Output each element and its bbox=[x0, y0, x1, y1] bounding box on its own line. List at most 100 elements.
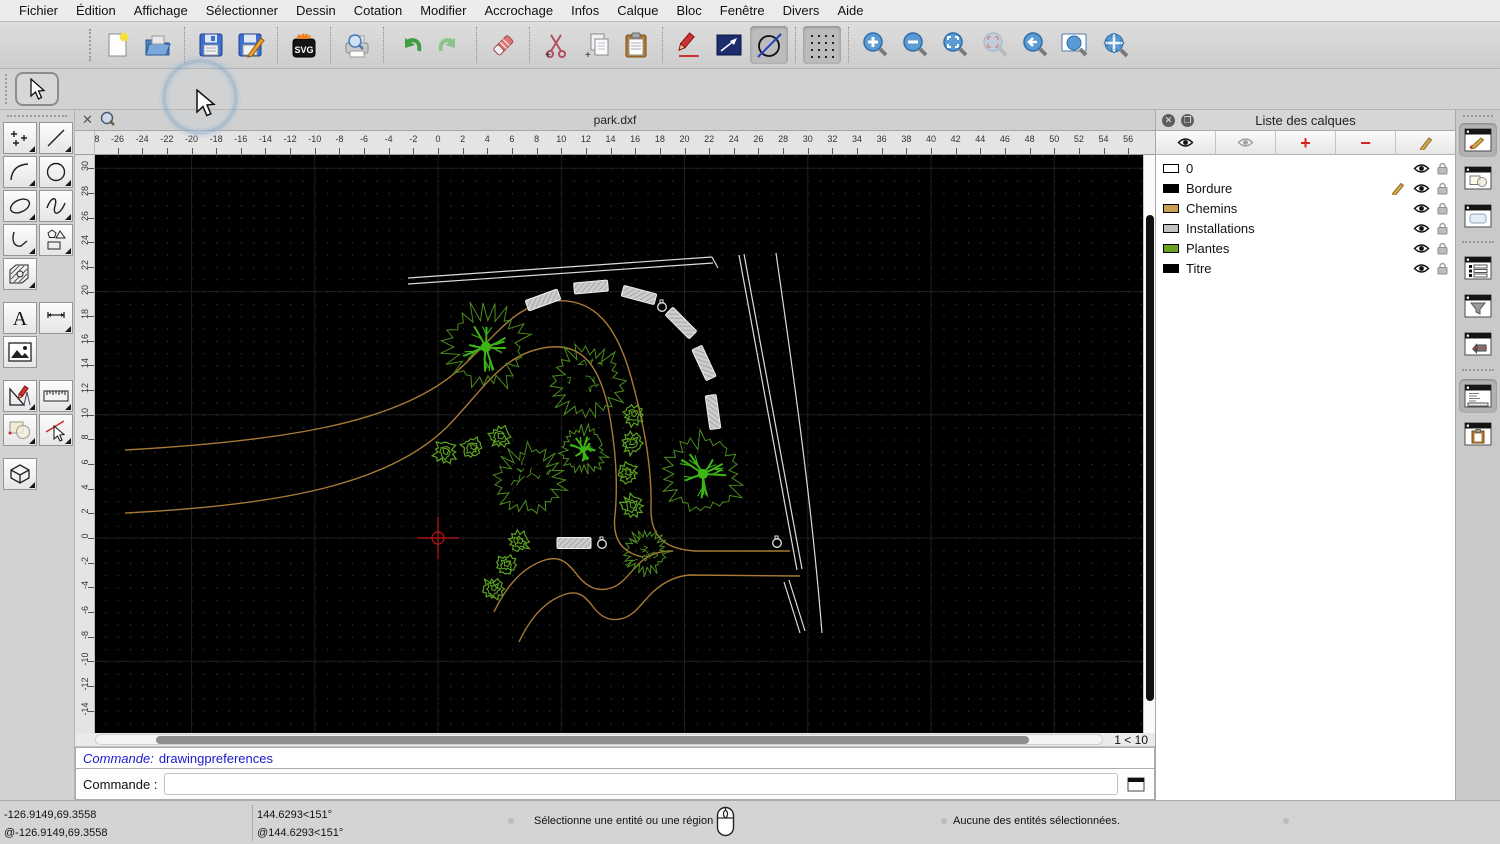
command-input[interactable] bbox=[164, 773, 1118, 795]
dock-block-list-button[interactable] bbox=[1459, 161, 1497, 195]
layer-visible-icon[interactable] bbox=[1413, 163, 1430, 174]
zoom-window-button[interactable] bbox=[1056, 26, 1094, 64]
paste-button[interactable] bbox=[617, 26, 655, 64]
solid-3d-tool-button[interactable] bbox=[3, 458, 37, 490]
print-preview-button[interactable] bbox=[338, 26, 376, 64]
save-as-button[interactable] bbox=[232, 26, 270, 64]
selection-pointer-button[interactable] bbox=[15, 72, 59, 106]
layer-visible-icon[interactable] bbox=[1413, 243, 1430, 254]
cut-button[interactable]: + bbox=[537, 26, 575, 64]
menu-item-cotation[interactable]: Cotation bbox=[345, 3, 411, 18]
menu-item-bloc[interactable]: Bloc bbox=[667, 3, 710, 18]
menu-item-fichier[interactable]: Fichier bbox=[10, 3, 67, 18]
layer-lock-icon[interactable] bbox=[1437, 182, 1448, 195]
save-file-button[interactable] bbox=[192, 26, 230, 64]
circle-tool-button[interactable] bbox=[39, 156, 73, 188]
grid-toggle-button[interactable] bbox=[803, 26, 841, 64]
layer-lock-toggle[interactable] bbox=[1437, 162, 1448, 175]
zoom-out-button[interactable] bbox=[896, 26, 934, 64]
layer-row-installations[interactable]: Installations bbox=[1156, 218, 1455, 238]
vertical-scrollbar-thumb[interactable] bbox=[1146, 215, 1154, 701]
layer-row-0[interactable]: 0 bbox=[1156, 158, 1455, 178]
layer-lock-icon[interactable] bbox=[1437, 262, 1448, 275]
arc-tool-button[interactable] bbox=[3, 156, 37, 188]
image-tool-button[interactable] bbox=[3, 336, 37, 368]
line-tool-button[interactable] bbox=[39, 122, 73, 154]
text-tool-button[interactable]: A bbox=[3, 302, 37, 334]
hatch-tool-button[interactable] bbox=[3, 258, 37, 290]
polyline-tool-button[interactable] bbox=[3, 224, 37, 256]
shape-tool-button[interactable] bbox=[39, 224, 73, 256]
panel-drag-handle[interactable] bbox=[7, 115, 67, 117]
dimension-button[interactable] bbox=[710, 26, 748, 64]
toolbar-drag-handle[interactable] bbox=[89, 29, 93, 61]
layer-visible-icon[interactable] bbox=[1413, 263, 1430, 274]
layer-visible-icon[interactable] bbox=[1413, 223, 1430, 234]
hide-all-layers-button[interactable] bbox=[1216, 131, 1276, 154]
snap-edit-tool-button[interactable] bbox=[39, 414, 73, 446]
dock-selection-filter-button[interactable] bbox=[1459, 289, 1497, 323]
layer-row-bordure[interactable]: Bordure bbox=[1156, 178, 1455, 198]
modify-misc-tool-button[interactable] bbox=[3, 414, 37, 446]
menu-item-calque[interactable]: Calque bbox=[608, 3, 667, 18]
menu-item-divers[interactable]: Divers bbox=[774, 3, 829, 18]
dock-command-line-button[interactable] bbox=[1459, 379, 1497, 413]
eraser-button[interactable] bbox=[484, 26, 522, 64]
dock-drag-handle[interactable] bbox=[1463, 115, 1493, 117]
zoom-pan-button[interactable] bbox=[1096, 26, 1134, 64]
zoom-selection-button[interactable] bbox=[976, 26, 1014, 64]
menu-item-affichage[interactable]: Affichage bbox=[125, 3, 197, 18]
copy-button[interactable]: + bbox=[577, 26, 615, 64]
layer-visibility-toggle[interactable] bbox=[1413, 263, 1430, 274]
menu-item-infos[interactable]: Infos bbox=[562, 3, 608, 18]
undo-button[interactable] bbox=[391, 26, 429, 64]
show-all-layers-button[interactable] bbox=[1156, 131, 1216, 154]
document-tab-title[interactable]: park.dxf bbox=[75, 113, 1155, 127]
dock-layer-list-button[interactable] bbox=[1459, 123, 1497, 157]
horizontal-scrollbar[interactable]: 1 < 10 bbox=[75, 733, 1155, 747]
layer-lock-toggle[interactable] bbox=[1437, 222, 1448, 235]
zoom-auto-button[interactable] bbox=[936, 26, 974, 64]
layer-lock-toggle[interactable] bbox=[1437, 242, 1448, 255]
menu-item-dition[interactable]: Édition bbox=[67, 3, 125, 18]
draw-misc-tool-button[interactable] bbox=[3, 380, 37, 412]
menu-item-modifier[interactable]: Modifier bbox=[411, 3, 475, 18]
draw-pencil-button[interactable] bbox=[670, 26, 708, 64]
add-layer-button[interactable]: + bbox=[1276, 131, 1336, 154]
layer-visible-icon[interactable] bbox=[1413, 183, 1430, 194]
svg-export-button[interactable]: SVG bbox=[285, 26, 323, 64]
layer-row-titre[interactable]: Titre bbox=[1156, 258, 1455, 278]
layer-lock-toggle[interactable] bbox=[1437, 202, 1448, 215]
remove-layer-button[interactable]: − bbox=[1336, 131, 1396, 154]
drawing-canvas[interactable] bbox=[95, 155, 1143, 733]
layer-row-chemins[interactable]: Chemins bbox=[1156, 198, 1455, 218]
horizontal-scrollbar-thumb[interactable] bbox=[156, 736, 1029, 744]
dock-view-list-button[interactable] bbox=[1459, 251, 1497, 285]
command-history-toggle-button[interactable] bbox=[1125, 775, 1147, 794]
redo-button[interactable] bbox=[431, 26, 469, 64]
open-file-button[interactable] bbox=[139, 26, 177, 64]
toolbar-drag-handle[interactable] bbox=[5, 74, 9, 104]
layer-visibility-toggle[interactable] bbox=[1413, 243, 1430, 254]
spline-tool-button[interactable] bbox=[39, 190, 73, 222]
vertical-scrollbar[interactable] bbox=[1143, 155, 1155, 733]
zoom-in-button[interactable] bbox=[856, 26, 894, 64]
layer-lock-icon[interactable] bbox=[1437, 222, 1448, 235]
dock-clipboard-panel-button[interactable] bbox=[1459, 417, 1497, 451]
dock-library-browser-button[interactable] bbox=[1459, 327, 1497, 361]
menu-item-fentre[interactable]: Fenêtre bbox=[711, 3, 774, 18]
horizontal-scrollbar-track[interactable] bbox=[95, 734, 1103, 745]
ellipse-tool-button[interactable] bbox=[3, 190, 37, 222]
menu-item-accrochage[interactable]: Accrochage bbox=[475, 3, 562, 18]
layer-lock-toggle[interactable] bbox=[1437, 262, 1448, 275]
layer-lock-icon[interactable] bbox=[1437, 202, 1448, 215]
layer-row-plantes[interactable]: Plantes bbox=[1156, 238, 1455, 258]
layer-visibility-toggle[interactable] bbox=[1413, 183, 1430, 194]
point-tool-button[interactable] bbox=[3, 122, 37, 154]
zoom-previous-button[interactable] bbox=[1016, 26, 1054, 64]
layer-visibility-toggle[interactable] bbox=[1413, 163, 1430, 174]
layer-visible-icon[interactable] bbox=[1413, 203, 1430, 214]
menu-item-slectionner[interactable]: Sélectionner bbox=[197, 3, 287, 18]
layer-lock-icon[interactable] bbox=[1437, 162, 1448, 175]
construction-line-button[interactable] bbox=[750, 26, 788, 64]
